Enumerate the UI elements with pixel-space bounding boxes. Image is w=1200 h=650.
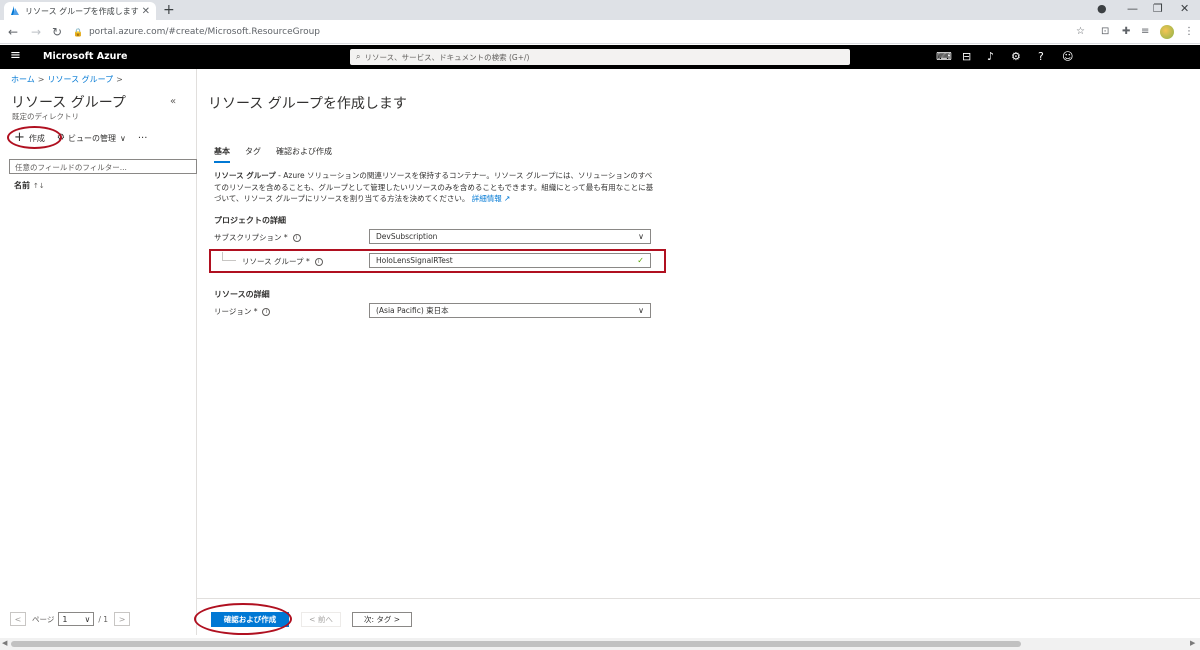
feedback-icon[interactable]: ☺ xyxy=(1062,50,1073,63)
restore-icon[interactable]: ❐ xyxy=(1153,2,1163,15)
more-options-icon[interactable]: ··· xyxy=(396,93,407,106)
url-field[interactable]: 🔒 portal.azure.com/#create/Microsoft.Res… xyxy=(73,23,1073,41)
subscription-dropdown[interactable]: DevSubscription ∨ xyxy=(369,229,651,244)
region-dropdown[interactable]: (Asia Pacific) 東日本 ∨ xyxy=(369,303,651,318)
page-select[interactable]: 1 ∨ xyxy=(58,612,95,626)
chevron-down-icon: ∨ xyxy=(638,306,644,315)
tab-title: リソース グループを作成します - Micro xyxy=(25,6,139,16)
region-label: リージョン * i xyxy=(214,306,271,317)
reload-icon[interactable]: ↻ xyxy=(52,24,62,40)
learn-more-link[interactable]: 詳細情報 xyxy=(472,194,502,203)
profile-avatar[interactable] xyxy=(1160,25,1174,39)
region-value: (Asia Pacific) 東日本 xyxy=(376,306,449,315)
resource-group-list-pane: ホーム > リソース グループ > リソース グループ 既定のディレクトリ « + 作… xyxy=(0,69,197,635)
create-tabs: 基本 タグ 確認および作成 xyxy=(214,146,347,163)
cloud-shell-icon[interactable]: ⌨ xyxy=(936,50,952,63)
name-column-header[interactable]: 名前 ↑↓ xyxy=(14,180,45,191)
kebab-menu-icon[interactable]: ⋮ xyxy=(1184,25,1194,39)
extension-icon[interactable]: ⊡ xyxy=(1101,25,1109,39)
minimize-icon[interactable]: — xyxy=(1127,2,1138,15)
subscription-value: DevSubscription xyxy=(376,232,438,241)
resource-details-heading: リソースの詳細 xyxy=(214,290,270,299)
next-tags-button[interactable]: 次: タグ > xyxy=(352,612,412,627)
horizontal-scrollbar[interactable]: ◀ ▶ xyxy=(0,638,1200,650)
chevron-down-icon[interactable]: ∨ xyxy=(120,134,126,143)
global-search-input[interactable]: ⌕ リソース、サービス、ドキュメントの検索 (G+/) xyxy=(350,49,850,65)
pager: < ページ 1 ∨ / 1 > xyxy=(10,612,131,626)
search-placeholder: リソース、サービス、ドキュメントの検索 (G+/) xyxy=(364,52,530,62)
lock-icon: 🔒 xyxy=(73,27,83,37)
azure-header: ≡ Microsoft Azure ⌕ リソース、サービス、ドキュメントの検索 … xyxy=(0,45,1200,69)
scroll-left-icon[interactable]: ◀ xyxy=(2,639,7,647)
scroll-right-icon[interactable]: ▶ xyxy=(1190,639,1195,647)
page-total: / 1 xyxy=(98,614,109,624)
pane-subtitle: 既定のディレクトリ xyxy=(12,112,79,121)
hamburger-menu-icon[interactable]: ≡ xyxy=(10,49,21,63)
page-title: リソース グループを作成します xyxy=(208,96,407,112)
chrome-menu-icon[interactable]: ● xyxy=(1097,2,1107,15)
brand-label[interactable]: Microsoft Azure xyxy=(43,51,128,62)
new-tab-icon[interactable]: + xyxy=(163,2,175,18)
azure-logo-icon xyxy=(11,6,19,15)
url-text: portal.azure.com/#create/Microsoft.Resou… xyxy=(88,27,321,37)
manage-view-button[interactable]: ビューの管理 xyxy=(68,133,116,144)
forward-icon[interactable]: → xyxy=(31,24,41,40)
breadcrumb-home[interactable]: ホーム xyxy=(11,75,35,84)
region-label-text: リージョン * xyxy=(214,307,258,316)
browser-tab-strip: リソース グループを作成します - Micro ✕ + ● — ❐ ✕ xyxy=(0,0,1200,20)
page-current: 1 xyxy=(62,614,68,624)
annotation-circle-review-create xyxy=(194,603,292,635)
directory-filter-icon[interactable]: ⊟ xyxy=(962,50,971,63)
media-icon[interactable]: ≡ xyxy=(1141,25,1149,39)
bookmark-star-icon[interactable]: ☆ xyxy=(1076,25,1085,39)
tab-tags[interactable]: タグ xyxy=(245,146,261,163)
annotation-box-resource-group xyxy=(209,249,666,273)
sort-icon: ↑↓ xyxy=(33,182,45,190)
scrollbar-thumb[interactable] xyxy=(11,641,1021,647)
notifications-bell-icon[interactable]: ♪ xyxy=(987,50,994,63)
previous-button[interactable]: < 前へ xyxy=(301,612,341,627)
description-text: リソース グループ - Azure ソリューションの関連リソースを保持するコンテ… xyxy=(214,170,654,205)
tab-basics[interactable]: 基本 xyxy=(214,146,230,163)
search-icon: ⌕ xyxy=(356,52,361,61)
page-label: ページ xyxy=(32,614,55,624)
prev-page-button[interactable]: < xyxy=(10,612,26,626)
chevron-down-icon: ∨ xyxy=(638,232,644,241)
close-tab-icon[interactable]: ✕ xyxy=(142,6,150,17)
description-bold: リソース グループ xyxy=(214,171,276,180)
window-close-icon[interactable]: ✕ xyxy=(1180,2,1189,15)
info-icon[interactable]: i xyxy=(292,233,301,242)
info-icon[interactable]: i xyxy=(262,307,271,316)
more-options-icon[interactable]: ··· xyxy=(138,133,148,144)
subscription-label-text: サブスクリプション * xyxy=(214,233,288,242)
address-bar: ← → ↻ 🔒 portal.azure.com/#create/Microso… xyxy=(0,20,1200,44)
browser-tab[interactable]: リソース グループを作成します - Micro ✕ xyxy=(4,2,156,20)
annotation-circle-create xyxy=(7,126,62,149)
action-footer: 確認および作成 < 前へ 次: タグ > xyxy=(197,598,1200,636)
description-body: - Azure ソリューションの関連リソースを保持するコンテナー。リソース グル… xyxy=(214,171,654,203)
collapse-pane-icon[interactable]: « xyxy=(170,96,176,107)
next-page-button[interactable]: > xyxy=(114,612,131,626)
pane-title: リソース グループ xyxy=(11,95,126,111)
back-icon[interactable]: ← xyxy=(8,24,18,40)
chevron-down-icon: ∨ xyxy=(84,614,91,624)
settings-gear-icon[interactable]: ⚙ xyxy=(1011,50,1021,63)
external-link-icon: ↗ xyxy=(501,194,511,203)
filter-input[interactable]: 任意のフィールドのフィルター... xyxy=(9,159,197,174)
help-icon[interactable]: ? xyxy=(1038,50,1044,63)
project-details-heading: プロジェクトの詳細 xyxy=(214,216,286,225)
puzzle-icon[interactable]: ✚ xyxy=(1122,25,1130,39)
breadcrumb-resource-groups[interactable]: リソース グループ xyxy=(47,75,113,84)
tab-review-create[interactable]: 確認および作成 xyxy=(276,146,332,163)
breadcrumb: ホーム > リソース グループ > xyxy=(11,75,123,84)
subscription-label: サブスクリプション * i xyxy=(214,232,301,243)
column-header-label: 名前 xyxy=(14,181,30,190)
